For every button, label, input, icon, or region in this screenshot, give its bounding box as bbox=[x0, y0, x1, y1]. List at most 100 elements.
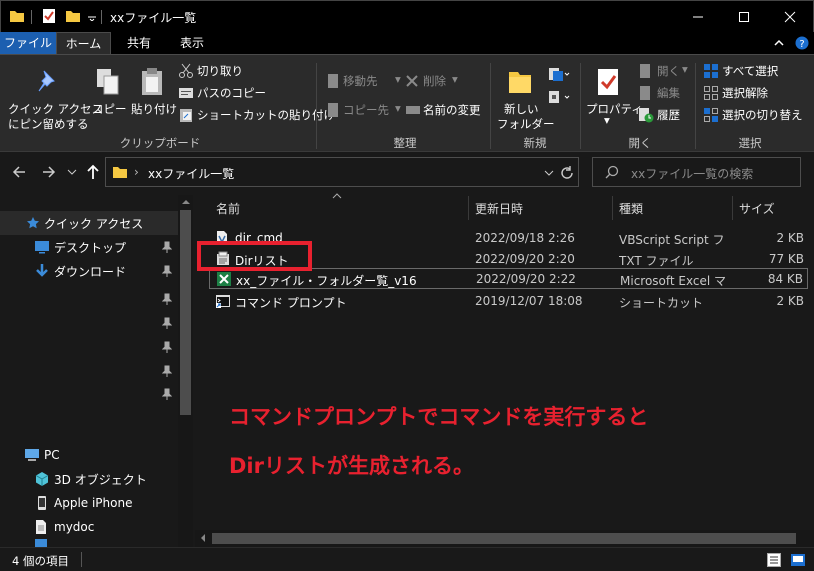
column-header-name[interactable]: 名前 bbox=[216, 200, 240, 217]
nav-item-mydoc[interactable]: mydoc bbox=[0, 515, 178, 539]
refresh-icon[interactable] bbox=[559, 165, 575, 181]
invert-selection-label: 選択の切り替え bbox=[722, 108, 803, 122]
nav-quick-access[interactable]: クイック アクセス bbox=[0, 211, 178, 235]
dropdown-arrow-icon: ▾ bbox=[682, 62, 688, 76]
pin-icon[interactable] bbox=[162, 293, 172, 305]
help-icon[interactable]: ? bbox=[795, 36, 809, 50]
paste-shortcut-label: ショートカットの貼り付け bbox=[197, 108, 335, 122]
column-divider[interactable] bbox=[612, 196, 613, 220]
tab-file[interactable]: ファイル bbox=[0, 32, 56, 54]
document-icon bbox=[34, 519, 48, 535]
large-icons-view-icon[interactable] bbox=[790, 553, 806, 567]
properties-icon[interactable] bbox=[41, 8, 57, 24]
pin-icon[interactable] bbox=[162, 341, 172, 353]
scroll-up-icon[interactable] bbox=[182, 199, 190, 205]
breadcrumb-chevron-icon[interactable]: › bbox=[134, 165, 139, 179]
nav-item-label: mydoc bbox=[54, 520, 95, 534]
copy-path-label: パスのコピー bbox=[197, 86, 266, 100]
easy-access-icon[interactable] bbox=[548, 89, 570, 105]
highlight-box bbox=[197, 241, 312, 271]
ribbon-tabs: ファイル ホーム 共有 表示 ? bbox=[0, 32, 814, 54]
delete-label: 削除 bbox=[423, 74, 446, 88]
column-divider[interactable] bbox=[732, 196, 733, 220]
pin-icon bbox=[36, 69, 58, 93]
history-icon bbox=[638, 107, 654, 123]
group-label-open: 開く bbox=[628, 136, 652, 150]
nav-item-label: ダウンロード bbox=[54, 264, 127, 279]
new-folder-button[interactable]: 新しい フォルダー bbox=[496, 57, 555, 132]
new-folder-icon[interactable] bbox=[65, 8, 81, 24]
column-header-size[interactable]: サイズ bbox=[739, 200, 775, 217]
minimize-button[interactable] bbox=[675, 1, 721, 33]
pin-icon[interactable] bbox=[162, 265, 172, 277]
nav-item-label: デスクトップ bbox=[54, 240, 127, 255]
breadcrumb-current[interactable]: xxファイル一覧 bbox=[148, 165, 234, 182]
ribbon-divider bbox=[490, 63, 491, 149]
scissors-icon bbox=[178, 63, 194, 79]
folder-icon bbox=[112, 164, 128, 180]
nav-scrollbar-thumb[interactable] bbox=[180, 210, 191, 415]
collapse-ribbon-icon[interactable] bbox=[773, 38, 785, 48]
maximize-icon bbox=[739, 12, 749, 22]
column-header-type[interactable]: 種類 bbox=[619, 200, 643, 217]
ribbon: クイック アクセス にピン留めする コピー 貼り付け 切り取り パスのコピー シ… bbox=[0, 54, 814, 152]
ribbon-divider bbox=[695, 63, 696, 149]
pin-icon[interactable] bbox=[162, 317, 172, 329]
back-arrow-icon[interactable] bbox=[12, 165, 26, 179]
file-date: 2019/12/07 18:08 bbox=[475, 294, 583, 308]
properties-button[interactable]: プロパティ ▾ bbox=[585, 57, 643, 132]
nav-item-iphone[interactable]: Apple iPhone bbox=[0, 491, 178, 515]
3d-objects-icon bbox=[34, 471, 50, 487]
maximize-button[interactable] bbox=[721, 1, 767, 33]
sort-ascending-icon bbox=[332, 193, 342, 199]
column-header-date[interactable]: 更新日時 bbox=[475, 200, 523, 217]
tab-share[interactable]: 共有 bbox=[111, 32, 167, 54]
forward-arrow-icon[interactable] bbox=[42, 165, 56, 179]
paste-shortcut-icon bbox=[178, 107, 194, 123]
new-item-icon[interactable] bbox=[548, 66, 570, 82]
nav-item-pc[interactable]: PC bbox=[0, 443, 178, 467]
file-row-focused[interactable]: xx_ファイル・フォルダー覧_v16 2022/09/20 2:22 Micro… bbox=[209, 268, 808, 289]
navigation-pane: クイック アクセス デスクトップ ダウンロード PC 3D オブジェクト App… bbox=[0, 195, 178, 547]
tab-home[interactable]: ホーム bbox=[56, 32, 111, 54]
nav-item-desktop[interactable]: デスクトップ bbox=[0, 235, 178, 259]
pin-icon[interactable] bbox=[162, 388, 172, 400]
paste-button[interactable]: 貼り付け bbox=[130, 57, 177, 132]
column-divider[interactable] bbox=[468, 196, 469, 220]
file-name: xx_ファイル・フォルダー覧_v16 bbox=[236, 274, 417, 288]
scroll-left-icon[interactable] bbox=[200, 534, 206, 542]
title-bar: xxファイル一覧 bbox=[0, 0, 814, 32]
copy-label: コピー bbox=[92, 102, 127, 116]
desktop-icon bbox=[34, 240, 50, 254]
tab-view[interactable]: 表示 bbox=[167, 32, 217, 54]
recent-locations-icon[interactable] bbox=[67, 168, 77, 176]
copy-button[interactable]: コピー bbox=[92, 57, 127, 132]
dropdown-arrow-icon: ▾ bbox=[604, 113, 610, 127]
open-icon bbox=[638, 63, 652, 79]
pin-icon[interactable] bbox=[162, 365, 172, 377]
dropdown-arrow-icon: ▾ bbox=[395, 72, 401, 86]
file-type: TXT ファイル bbox=[619, 254, 694, 268]
file-row[interactable]: コマンド プロンプト 2019/12/07 18:08 ショートカット 2 KB bbox=[209, 290, 808, 311]
nav-item-label: Apple iPhone bbox=[54, 496, 133, 510]
details-view-icon[interactable] bbox=[767, 553, 781, 567]
nav-item-3d-objects[interactable]: 3D オブジェクト bbox=[0, 467, 178, 491]
customize-qat-icon[interactable] bbox=[87, 13, 97, 21]
pc-icon bbox=[24, 448, 40, 462]
pin-quick-access-button[interactable]: クイック アクセス にピン留めする bbox=[8, 57, 103, 132]
group-label-organize: 整理 bbox=[393, 136, 417, 150]
group-label-select: 選択 bbox=[738, 136, 762, 150]
search-box[interactable]: xxファイル一覧の検索 bbox=[592, 157, 801, 187]
paste-icon bbox=[140, 67, 166, 97]
address-bar[interactable]: › xxファイル一覧 bbox=[105, 157, 579, 187]
nav-quick-access-label: クイック アクセス bbox=[44, 216, 144, 231]
pin-icon[interactable] bbox=[162, 241, 172, 253]
close-button[interactable] bbox=[767, 1, 813, 33]
nav-item-partial[interactable] bbox=[34, 537, 48, 547]
file-date: 2022/09/20 2:20 bbox=[475, 252, 575, 266]
up-arrow-icon[interactable] bbox=[86, 164, 100, 180]
horizontal-scrollbar-thumb[interactable] bbox=[212, 533, 796, 544]
properties-label: プロパティ bbox=[586, 102, 643, 116]
address-dropdown-icon[interactable] bbox=[544, 169, 554, 177]
nav-item-downloads[interactable]: ダウンロード bbox=[0, 259, 178, 283]
